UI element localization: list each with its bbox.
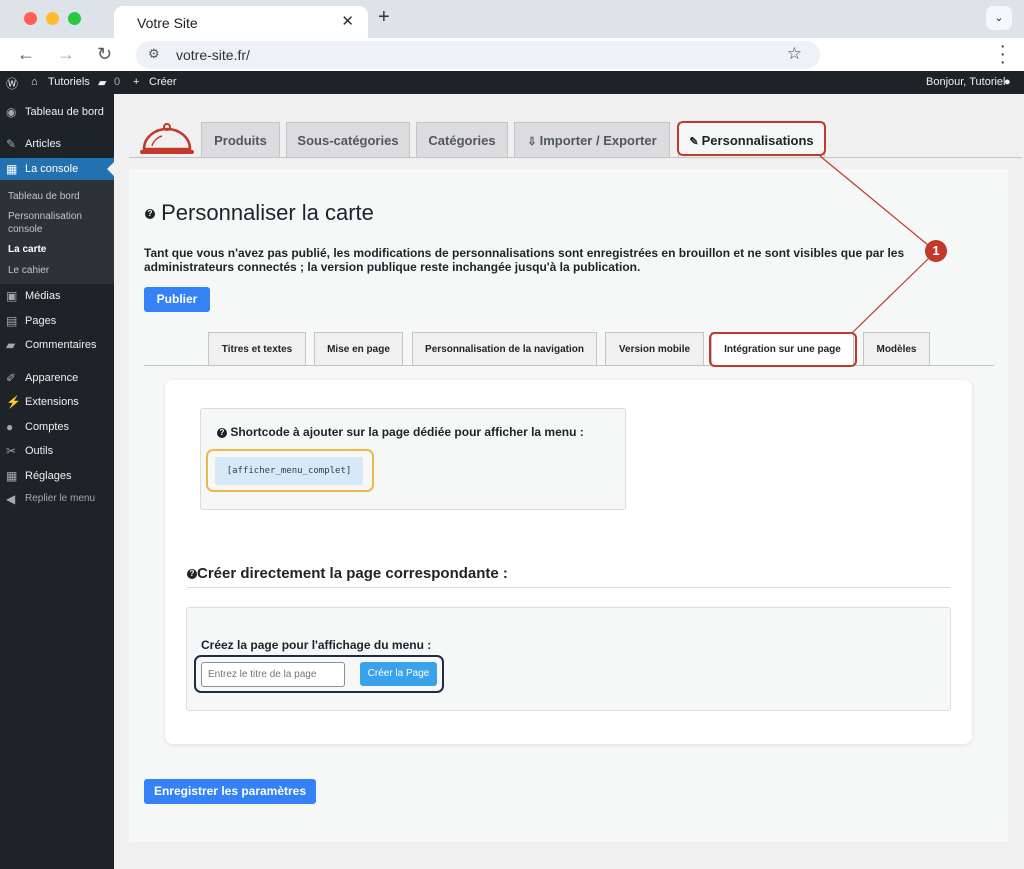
- wp-admin-bar: Ⓦ ⌂ Tutoriels ▰ 0 + Créer Bonjour, Tutor…: [0, 71, 1024, 94]
- comments-count[interactable]: 0: [114, 76, 120, 88]
- browser-menu-icon[interactable]: · · ·: [999, 36, 1006, 72]
- subtabs-separator: [144, 365, 994, 366]
- submenu-item-la-carte[interactable]: La carte: [8, 243, 46, 256]
- user-icon: ●: [6, 420, 14, 434]
- create-link[interactable]: Créer: [149, 76, 177, 88]
- sidebar-item-settings[interactable]: ▦ Réglages: [0, 466, 114, 486]
- submenu-item-console-customization[interactable]: Personnalisation console: [8, 210, 98, 236]
- cloche-logo-icon: [140, 123, 194, 154]
- tab-categories[interactable]: Catégories: [416, 122, 508, 158]
- sidebar-item-accounts[interactable]: ● Comptes: [0, 417, 114, 437]
- sidebar-item-extensions[interactable]: ⚡ Extensions: [0, 392, 114, 412]
- subtab-navigation[interactable]: Personnalisation de la navigation: [412, 332, 597, 366]
- sidebar-item-medias[interactable]: ▣ Médias: [0, 286, 114, 306]
- site-name-link[interactable]: Tutoriels: [48, 76, 90, 88]
- sidebar-item-dashboard[interactable]: ◉ Tableau de bord: [0, 102, 114, 122]
- draft-notice: Tant que vous n'avez pas publié, les mod…: [144, 246, 905, 274]
- plugin-icon: ⚡: [6, 395, 21, 409]
- close-tab-icon[interactable]: ✕: [341, 12, 354, 30]
- tab-title: Votre Site: [137, 15, 198, 31]
- sidebar-item-comments[interactable]: ▰ Commentaires: [0, 335, 114, 355]
- address-bar[interactable]: ⚙ votre-site.fr/ ☆: [136, 41, 820, 69]
- current-menu-arrow-icon: [107, 162, 114, 176]
- sidebar-item-articles[interactable]: ✎ Articles: [0, 134, 114, 154]
- close-window-button[interactable]: [24, 12, 37, 25]
- console-icon: ▦: [6, 162, 18, 176]
- browser-tab-bar: Votre Site ✕ + ⌄: [0, 0, 1024, 38]
- site-settings-icon[interactable]: ⚙: [148, 46, 160, 62]
- publish-button[interactable]: Publier: [144, 287, 210, 312]
- media-icon: ▣: [6, 289, 18, 303]
- tab-import-export[interactable]: ⇩ Importer / Exporter: [514, 122, 670, 158]
- create-page-label: Créez la page pour l'affichage du menu :: [201, 638, 432, 652]
- brush-icon: ✐: [6, 371, 17, 385]
- submenu-item-dashboard[interactable]: Tableau de bord: [8, 190, 80, 203]
- highlight-red-personnalisations: [677, 121, 826, 156]
- browser-tab[interactable]: Votre Site ✕: [114, 6, 368, 38]
- submenu-item-le-cahier[interactable]: Le cahier: [8, 264, 49, 277]
- forward-arrow-icon[interactable]: →: [57, 44, 75, 65]
- user-avatar-icon[interactable]: ●: [1004, 76, 1011, 88]
- tab-sous-categories[interactable]: Sous-catégories: [286, 122, 410, 158]
- window-controls: [24, 12, 81, 25]
- maximize-window-button[interactable]: [68, 12, 81, 25]
- comments-icon: ▰: [6, 338, 16, 352]
- subtab-layout[interactable]: Mise en page: [314, 332, 403, 366]
- browser-toolbar: ← → ↻ ⚙ votre-site.fr/ ☆ · · ·: [0, 36, 1024, 72]
- console-submenu: Tableau de bord Personnalisation console…: [0, 180, 114, 284]
- shortcode-title: ? Shortcode à ajouter sur la page dédiée…: [217, 425, 584, 439]
- wrench-icon: ✂: [6, 444, 17, 458]
- user-greeting[interactable]: Bonjour, Tutoriel: [926, 76, 1006, 88]
- page-icon: ▤: [6, 314, 18, 328]
- plus-icon[interactable]: +: [133, 76, 139, 88]
- settings-icon: ▦: [6, 469, 18, 483]
- tab-produits[interactable]: Produits: [201, 122, 280, 158]
- home-icon[interactable]: ⌂: [31, 76, 38, 88]
- collapse-arrow-icon: ◀: [6, 492, 16, 506]
- help-icon[interactable]: ?: [145, 209, 155, 220]
- minimize-window-button[interactable]: [46, 12, 59, 25]
- save-settings-button[interactable]: Enregistrer les paramètres: [144, 779, 316, 804]
- subtab-models[interactable]: Modèles: [863, 332, 930, 366]
- dashboard-icon: ◉: [6, 105, 17, 119]
- reload-icon[interactable]: ↻: [97, 44, 112, 65]
- sidebar-item-pages[interactable]: ▤ Pages: [0, 311, 114, 331]
- back-arrow-icon[interactable]: ←: [17, 44, 35, 65]
- create-page-title: ? Créer directement la page correspondant…: [187, 565, 508, 582]
- highlight-yellow-frame: [206, 449, 374, 492]
- pin-icon: ✎: [6, 137, 17, 151]
- subtab-mobile[interactable]: Version mobile: [605, 332, 704, 366]
- help-icon[interactable]: ?: [217, 427, 227, 438]
- tab-search-chevron-icon[interactable]: ⌄: [986, 6, 1012, 30]
- help-icon[interactable]: ?: [187, 569, 197, 580]
- admin-sidebar: ◉ Tableau de bord ✎ Articles ▦ La console T…: [0, 94, 114, 869]
- create-title-underline: [187, 587, 950, 588]
- sidebar-collapse-menu[interactable]: ◀ Replier le menu: [0, 489, 114, 509]
- download-icon: ⇩: [527, 136, 540, 148]
- annotation-badge: 1: [925, 240, 947, 262]
- sidebar-item-tools[interactable]: ✂ Outils: [0, 441, 114, 461]
- subtab-titles-texts[interactable]: Titres et textes: [208, 332, 306, 366]
- highlight-red-integration: [709, 332, 857, 367]
- wordpress-logo-icon[interactable]: Ⓦ: [6, 75, 18, 92]
- url-text: votre-site.fr/: [176, 47, 250, 63]
- new-tab-button[interactable]: +: [378, 6, 390, 29]
- page-title: ? Personnaliser la carte: [145, 200, 374, 226]
- sidebar-item-console[interactable]: ▦ La console: [0, 158, 114, 180]
- tabs-separator: [129, 157, 1022, 158]
- sidebar-item-appearance[interactable]: ✐ Apparence: [0, 368, 114, 388]
- comment-icon[interactable]: ▰: [98, 76, 106, 89]
- bookmark-star-icon[interactable]: ☆: [787, 44, 802, 64]
- highlight-navy-frame: [194, 655, 444, 693]
